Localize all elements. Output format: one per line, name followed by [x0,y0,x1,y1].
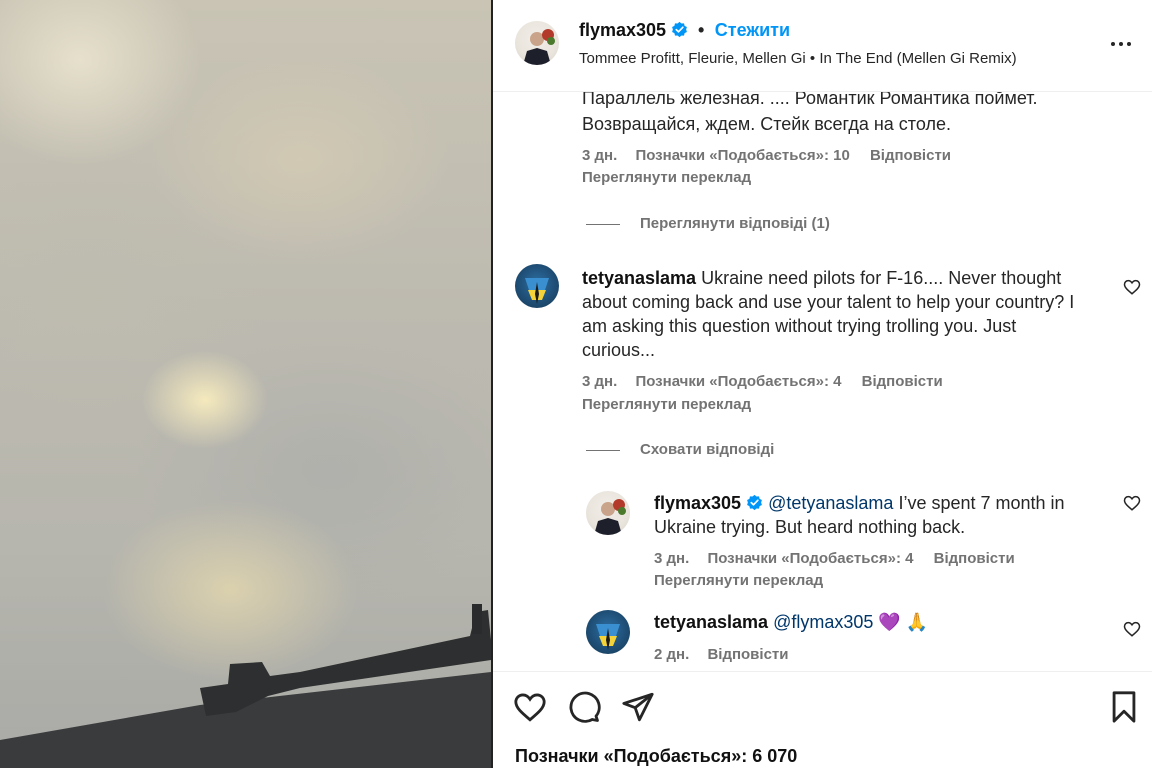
hide-replies-toggle[interactable]: Сховати відповіді [586,441,774,458]
comment-body: tetyanaslama Ukraine need pilots for F-1… [582,266,1061,290]
comment-text-line: am asking this question without trying t… [582,316,1017,336]
comment-text-line: about coming back and use your talent to… [582,292,1075,312]
replies-toggle-label: Сховати відповіді [640,441,775,458]
reply-meta: 2 дн. Відповісти [654,646,802,663]
post-media-video[interactable] [0,0,491,768]
reply-time: 3 дн. [654,550,690,567]
windshield-wiper-silhouette [0,604,491,768]
post-likes-count[interactable]: Позначки «Подобається»: 6 070 [515,746,797,767]
reply-item: flymax305 @tetyanaslama I’ve spent 7 mon… [493,486,1152,596]
reply-avatar[interactable] [586,610,630,654]
comments-list[interactable]: Параллель железная. .... Романтик Романт… [493,92,1152,671]
avatar-person-icon [594,499,626,535]
like-heart-icon[interactable] [513,690,547,724]
reply-username[interactable]: tetyanaslama [654,612,768,632]
header-separator: • [697,20,705,40]
view-replies-toggle[interactable]: Переглянути відповіді (1) [586,215,830,232]
more-options-icon[interactable] [1109,32,1133,56]
comment-reply-button[interactable]: Відповісти [862,373,943,390]
reply-body: flymax305 @tetyanaslama I’ve spent 7 mon… [654,491,1065,515]
comment-text-line: Ukraine need pilots for F-16.... Never t… [701,268,1062,288]
post-actions-bar: Позначки «Подобається»: 6 070 [493,671,1152,768]
reply-reply-button[interactable]: Відповісти [934,550,1015,567]
reply-text-line: Ukraine trying. But heard nothing back. [654,517,966,537]
reply-body: tetyanaslama @flymax305 💜 🙏 [654,610,928,634]
like-reply-heart-icon[interactable] [1123,620,1141,638]
like-comment-heart-icon[interactable] [1123,278,1141,296]
commenter-avatar[interactable] [515,264,559,308]
avatar-ukraine-icon [596,624,620,650]
reply-emoji: 💜 🙏 [878,612,929,632]
comment-item: tetyanaslama Ukraine need pilots for F-1… [493,258,1152,418]
comment-item: Параллель железная. .... Романтик Романт… [493,92,1152,192]
music-attribution[interactable]: Tommee Profitt, Fleurie, Mellen Gi • In … [579,50,1017,67]
replies-line-divider [586,449,620,451]
reply-meta: 3 дн. Позначки «Подобається»: 4 Відповіс… [654,550,1029,567]
comment-time: 3 дн. [582,147,618,164]
verified-badge-icon [671,21,687,38]
like-reply-heart-icon[interactable] [1123,494,1141,512]
reply-username[interactable]: flymax305 [654,493,741,513]
comment-reply-button[interactable]: Відповісти [870,147,951,164]
post-header: flymax305 • Стежити Tommee Profitt, Fleu… [493,0,1152,92]
reply-text-line: I’ve spent 7 month in [898,493,1065,513]
comment-likes[interactable]: Позначки «Подобається»: 10 [635,147,849,164]
comment-likes[interactable]: Позначки «Подобається»: 4 [635,373,841,390]
share-send-icon[interactable] [621,690,655,724]
reply-item: tetyanaslama @flymax305 💜 🙏 2 дн. Відпов… [493,606,1152,671]
comment-text-line: Возвращайся, ждем. Стейк всегда на столе… [582,114,951,134]
follow-button[interactable]: Стежити [715,20,790,40]
see-translation-link[interactable]: Переглянути переклад [582,396,751,413]
comment-meta: 3 дн. Позначки «Подобається»: 10 Відпові… [582,147,965,164]
reply-time: 2 дн. [654,646,690,663]
comment-text-line: Параллель железная. .... Романтик Романт… [582,92,1038,108]
commenter-username[interactable]: tetyanaslama [582,268,696,288]
author-avatar[interactable] [515,21,559,65]
replies-line-divider [586,223,620,225]
reply-likes[interactable]: Позначки «Подобається»: 4 [707,550,913,567]
avatar-ukraine-icon [525,278,549,304]
avatar-person-icon [523,29,555,65]
comment-time: 3 дн. [582,373,618,390]
see-translation-link[interactable]: Переглянути переклад [654,572,823,589]
replies-toggle-label: Переглянути відповіді (1) [640,215,830,232]
reply-avatar[interactable] [586,491,630,535]
reply-mention-link[interactable]: @flymax305 [773,612,873,632]
save-bookmark-icon[interactable] [1107,690,1141,724]
author-username[interactable]: flymax305 [579,20,666,40]
reply-mention-link[interactable]: @tetyanaslama [768,493,893,513]
comment-bubble-icon[interactable] [567,690,601,724]
see-translation-link[interactable]: Переглянути переклад [582,169,751,186]
comment-text-line: curious... [582,340,656,360]
reply-reply-button[interactable]: Відповісти [707,646,788,663]
post-side-panel: flymax305 • Стежити Tommee Profitt, Fleu… [493,0,1152,768]
comment-meta: 3 дн. Позначки «Подобається»: 4 Відповіс… [582,373,957,390]
verified-badge-icon [747,494,762,511]
